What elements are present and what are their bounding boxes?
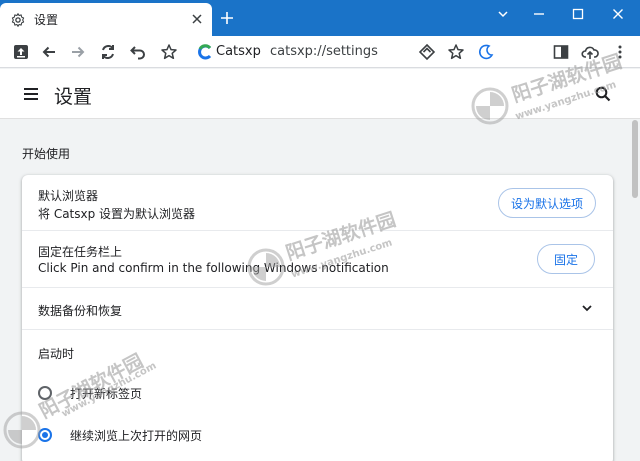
tab-title: 设置 — [34, 13, 59, 27]
radio-continue[interactable] — [38, 428, 52, 442]
backup-restore-row[interactable]: 数据备份和恢复 — [22, 288, 613, 330]
arrow-right-icon — [72, 46, 85, 58]
extension-button[interactable] — [417, 42, 437, 62]
new-tab-icon[interactable] — [219, 10, 235, 26]
settings-header: 设置 — [0, 69, 640, 119]
toolbar: Catsxp catsxp://settings — [0, 36, 640, 68]
sidebar-icon — [553, 45, 569, 59]
close-icon — [613, 9, 623, 19]
backup-restore-title: 数据备份和恢复 — [38, 304, 123, 318]
forward-button[interactable] — [68, 42, 88, 62]
upload-button[interactable] — [11, 42, 31, 62]
undo-icon — [130, 46, 145, 60]
reload-button[interactable] — [98, 42, 118, 62]
minimize-icon — [534, 13, 544, 15]
radio-new-tab[interactable] — [38, 386, 52, 400]
startup-label: 启动时 — [38, 347, 75, 361]
arrow-left-icon — [42, 46, 55, 58]
set-default-button[interactable]: 设为默认选项 — [498, 188, 596, 218]
default-browser-title: 默认浏览器 — [38, 189, 99, 203]
dropdown-button[interactable] — [483, 0, 523, 28]
pin-taskbar-row: 固定在任务栏上 Click Pin and confirm in the fol… — [22, 231, 613, 288]
bookmark-button[interactable] — [159, 42, 179, 62]
layers-icon — [418, 43, 436, 61]
undo-button[interactable] — [128, 42, 148, 62]
cloud-upload-icon — [581, 46, 599, 59]
section-title: 开始使用 — [22, 147, 71, 161]
maximize-button[interactable] — [558, 0, 598, 28]
search-icon[interactable] — [594, 85, 612, 103]
pin-taskbar-subtitle: Click Pin and confirm in the following W… — [38, 261, 389, 275]
hamburger-menu-icon[interactable] — [22, 85, 40, 103]
bookmark-star-button[interactable] — [446, 42, 466, 62]
address-bar-url[interactable]: catsxp://settings — [270, 44, 378, 59]
upload-box-icon — [14, 45, 28, 59]
settings-content: 开始使用 默认浏览器 将 Catsxp 设置为默认浏览器 设为默认选项 固定在任… — [0, 120, 630, 461]
moon-icon — [479, 44, 494, 60]
site-brand-label: Catsxp — [216, 44, 261, 59]
maximize-icon — [572, 8, 584, 20]
scrollbar-thumb[interactable] — [632, 120, 638, 198]
pin-button[interactable]: 固定 — [537, 244, 595, 274]
pin-taskbar-title: 固定在任务栏上 — [38, 245, 123, 259]
tab-settings[interactable]: 设置 — [0, 3, 212, 36]
night-mode-button[interactable] — [476, 42, 496, 62]
star-icon — [448, 44, 464, 60]
star-outline-icon — [161, 44, 177, 60]
more-menu-button[interactable] — [610, 42, 630, 62]
scrollbar[interactable] — [630, 120, 640, 461]
sidebar-button[interactable] — [551, 42, 571, 62]
chevron-down-icon — [582, 305, 592, 312]
title-bar: 设置 — [0, 0, 640, 36]
reload-icon — [102, 45, 114, 59]
close-window-button[interactable] — [598, 0, 638, 28]
radio-continue-label[interactable]: 继续浏览上次打开的网页 — [70, 427, 202, 444]
default-browser-row: 默认浏览器 将 Catsxp 设置为默认浏览器 设为默认选项 — [22, 175, 613, 231]
chevron-down-icon — [498, 11, 508, 18]
radio-new-tab-label[interactable]: 打开新标签页 — [70, 385, 142, 402]
back-button[interactable] — [39, 42, 59, 62]
close-icon[interactable] — [190, 12, 204, 26]
gear-icon — [11, 12, 25, 27]
getting-started-card: 默认浏览器 将 Catsxp 设置为默认浏览器 设为默认选项 固定在任务栏上 C… — [22, 175, 613, 461]
cloud-upload-button[interactable] — [580, 42, 600, 62]
minimize-button[interactable] — [519, 0, 559, 28]
more-vertical-icon — [618, 45, 622, 59]
catsxp-logo-icon — [198, 44, 212, 60]
page-title: 设置 — [54, 86, 93, 108]
default-browser-subtitle: 将 Catsxp 设置为默认浏览器 — [38, 207, 196, 221]
